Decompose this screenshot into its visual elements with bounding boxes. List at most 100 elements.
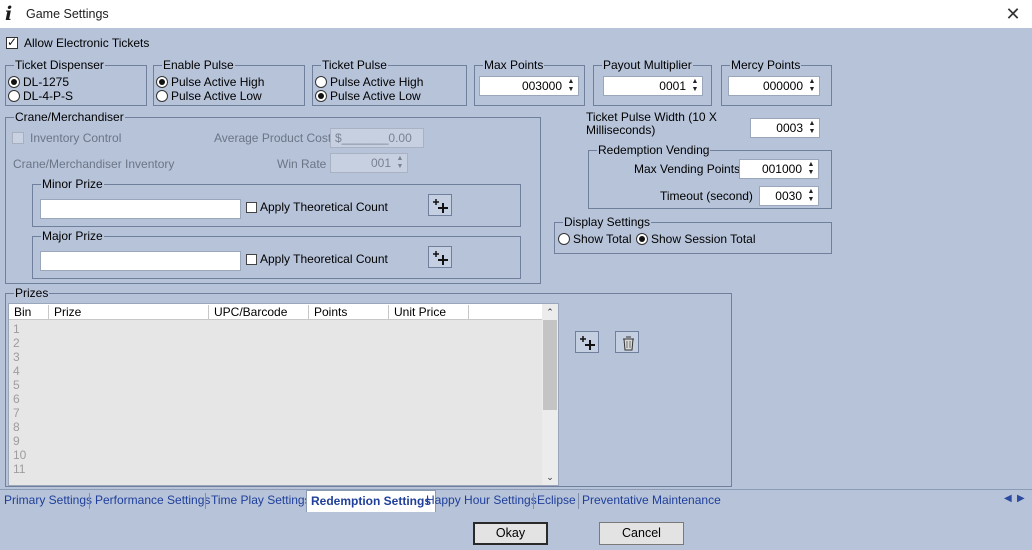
max-vending-points-label: Max Vending Points	[634, 162, 741, 176]
enable-pulse-low-radio[interactable]	[156, 90, 168, 102]
timeout-spinner[interactable]: 0030 ▲ ▼	[759, 186, 819, 206]
tab-preventative-maintenance[interactable]: Preventative Maintenance	[578, 492, 725, 511]
major-prize-group: Major Prize Apply Theoretical Count	[32, 229, 521, 279]
tab-happy-hour-settings[interactable]: Happy Hour Settings	[422, 492, 541, 511]
redemption-vending-label: Redemption Vending	[597, 143, 711, 157]
tab-redemption-settings[interactable]: Redemption Settings	[306, 490, 437, 512]
minor-apply-theoretical-checkbox[interactable]	[246, 202, 257, 213]
table-row[interactable]: 4	[13, 364, 26, 378]
enable-pulse-label: Enable Pulse	[162, 58, 235, 72]
add-prize-button[interactable]	[575, 331, 599, 353]
enable-pulse-high-label: Pulse Active High	[171, 75, 265, 89]
max-points-spinner[interactable]: 003000 ▲ ▼	[479, 76, 579, 96]
trash-icon	[623, 336, 634, 351]
delete-prize-button[interactable]	[615, 331, 639, 353]
column-header-prize[interactable]: Prize	[49, 305, 209, 319]
major-prize-input[interactable]	[40, 251, 241, 271]
table-row[interactable]: 8	[13, 420, 26, 434]
spinner-arrows-icon[interactable]: ▲ ▼	[566, 78, 576, 94]
ticket-pulse-high-label: Pulse Active High	[330, 75, 424, 89]
max-points-group: Max Points 003000 ▲ ▼	[474, 58, 585, 106]
ticket-pulse-width-spinner[interactable]: 0003 ▲ ▼	[750, 118, 820, 138]
close-button[interactable]: ✕	[1000, 2, 1026, 26]
table-row[interactable]: 10	[13, 448, 26, 462]
ticket-pulse-group: Ticket Pulse Pulse Active High Pulse Act…	[312, 58, 467, 106]
enable-pulse-low-label: Pulse Active Low	[171, 89, 262, 103]
add-plus-icon	[433, 199, 448, 213]
average-product-cost-field[interactable]: $_______0.00	[330, 128, 424, 148]
prizes-label: Prizes	[14, 286, 50, 300]
crane-merchandiser-label: Crane/Merchandiser	[14, 110, 125, 124]
payout-multiplier-value: 0001	[659, 79, 686, 93]
table-row[interactable]: 11	[13, 462, 26, 476]
prizes-rows: 1 2 3 4 5 6 7 8 9 10 11	[13, 322, 26, 476]
ticket-pulse-width-label-line1: Ticket Pulse Width (10 X	[586, 110, 717, 124]
spinner-arrows-icon[interactable]: ▲ ▼	[690, 78, 700, 94]
minor-apply-theoretical-label: Apply Theoretical Count	[260, 200, 388, 214]
crane-merchandiser-group: Crane/Merchandiser Inventory Control Ave…	[5, 110, 541, 284]
tab-primary-settings[interactable]: Primary Settings	[0, 492, 96, 511]
window-title: Game Settings	[26, 7, 109, 21]
table-row[interactable]: 5	[13, 378, 26, 392]
column-header-bin[interactable]: Bin	[9, 305, 49, 319]
tab-scroll-right-icon[interactable]: ▶	[1017, 493, 1025, 504]
scroll-down-icon[interactable]: ⌄	[542, 470, 558, 484]
spinner-arrows-icon[interactable]: ▲ ▼	[395, 155, 405, 171]
allow-electronic-tickets-checkbox[interactable]	[6, 35, 18, 49]
ticket-pulse-low-label: Pulse Active Low	[330, 89, 421, 103]
show-total-radio[interactable]	[558, 233, 570, 245]
okay-button[interactable]: Okay	[473, 522, 548, 545]
column-header-upc[interactable]: UPC/Barcode	[209, 305, 309, 319]
spinner-arrows-icon[interactable]: ▲ ▼	[806, 161, 816, 177]
title-bar: i Game Settings ✕	[0, 0, 1032, 28]
win-rate-value: 001	[370, 156, 391, 170]
win-rate-spinner[interactable]: 001 ▲ ▼	[330, 153, 408, 173]
spinner-arrows-icon[interactable]: ▲ ▼	[806, 188, 816, 204]
dl-4-p-s-label: DL-4-P-S	[23, 89, 74, 103]
major-prize-add-button[interactable]	[428, 246, 452, 268]
dl-1275-radio[interactable]	[8, 76, 20, 88]
ticket-pulse-low-radio[interactable]	[315, 90, 327, 102]
column-header-unit-price[interactable]: Unit Price	[389, 305, 469, 319]
ticket-dispenser-label: Ticket Dispenser	[14, 58, 105, 72]
table-row[interactable]: 9	[13, 434, 26, 448]
show-session-total-radio[interactable]	[636, 233, 648, 245]
max-points-value: 003000	[521, 79, 562, 93]
payout-multiplier-spinner[interactable]: 0001 ▲ ▼	[603, 76, 703, 96]
tab-performance-settings[interactable]: Performance Settings	[91, 492, 214, 511]
enable-pulse-high-radio[interactable]	[156, 76, 168, 88]
scrollbar-thumb[interactable]	[543, 320, 557, 410]
tab-time-play-settings[interactable]: Time Play Settings	[207, 492, 315, 511]
table-row[interactable]: 3	[13, 350, 26, 364]
max-vending-points-spinner[interactable]: 001000 ▲ ▼	[739, 159, 819, 179]
mercy-points-group: Mercy Points 000000 ▲ ▼	[721, 58, 832, 106]
table-row[interactable]: 6	[13, 392, 26, 406]
allow-electronic-tickets-label: Allow Electronic Tickets	[24, 36, 150, 50]
spinner-arrows-icon[interactable]: ▲ ▼	[807, 78, 817, 94]
tab-scroll-left-icon[interactable]: ◀	[1004, 493, 1012, 504]
tab-eclipse[interactable]: Eclipse	[533, 492, 580, 511]
prizes-table-header: Bin Prize UPC/Barcode Points Unit Price	[9, 304, 543, 320]
cancel-button[interactable]: Cancel	[599, 522, 684, 545]
scroll-up-icon[interactable]: ⌃	[542, 305, 558, 319]
table-row[interactable]: 7	[13, 406, 26, 420]
column-header-points[interactable]: Points	[309, 305, 389, 319]
ticket-dispenser-group: Ticket Dispenser DL-1275 DL-4-P-S	[5, 58, 147, 106]
payout-multiplier-label: Payout Multiplier	[602, 58, 693, 72]
mercy-points-spinner[interactable]: 000000 ▲ ▼	[728, 76, 820, 96]
minor-prize-input[interactable]	[40, 199, 241, 219]
inventory-control-checkbox[interactable]	[12, 132, 24, 144]
major-apply-theoretical-checkbox[interactable]	[246, 254, 257, 265]
table-row[interactable]: 2	[13, 336, 26, 350]
prizes-scrollbar[interactable]: ⌃ ⌄	[542, 304, 558, 485]
prizes-table[interactable]: Bin Prize UPC/Barcode Points Unit Price …	[8, 303, 559, 486]
display-settings-label: Display Settings	[563, 215, 652, 229]
dl-4-p-s-radio[interactable]	[8, 90, 20, 102]
ticket-pulse-high-radio[interactable]	[315, 76, 327, 88]
minor-prize-add-button[interactable]	[428, 194, 452, 216]
table-row[interactable]: 1	[13, 322, 26, 336]
max-points-label: Max Points	[483, 58, 545, 72]
show-total-label: Show Total	[573, 232, 632, 246]
spinner-arrows-icon[interactable]: ▲ ▼	[807, 120, 817, 136]
major-prize-label: Major Prize	[41, 229, 104, 243]
